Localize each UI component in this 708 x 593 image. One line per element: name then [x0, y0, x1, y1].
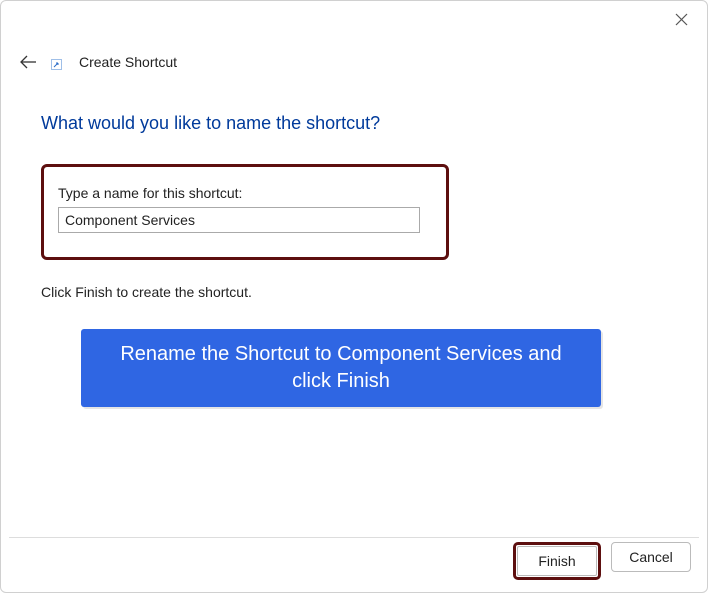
close-icon[interactable] [673, 13, 689, 29]
annotation-highlight-name: Type a name for this shortcut: [41, 164, 449, 260]
shortcut-name-input[interactable] [58, 207, 420, 233]
content: What would you like to name the shortcut… [1, 73, 707, 300]
annotation-callout-text: Rename the Shortcut to Component Service… [101, 341, 581, 395]
annotation-callout: Rename the Shortcut to Component Service… [81, 329, 601, 407]
finish-button[interactable]: Finish [517, 546, 597, 576]
helper-text: Click Finish to create the shortcut. [41, 284, 667, 300]
footer: Finish Cancel [513, 542, 691, 580]
shortcut-icon [51, 54, 67, 70]
shortcut-name-label: Type a name for this shortcut: [58, 185, 432, 201]
annotation-highlight-finish: Finish [513, 542, 601, 580]
footer-separator [9, 537, 699, 538]
page-title: Create Shortcut [79, 54, 177, 70]
cancel-button[interactable]: Cancel [611, 542, 691, 572]
back-icon[interactable] [17, 51, 39, 73]
titlebar [1, 1, 707, 39]
header: Create Shortcut [1, 39, 707, 73]
wizard-question: What would you like to name the shortcut… [41, 113, 667, 134]
